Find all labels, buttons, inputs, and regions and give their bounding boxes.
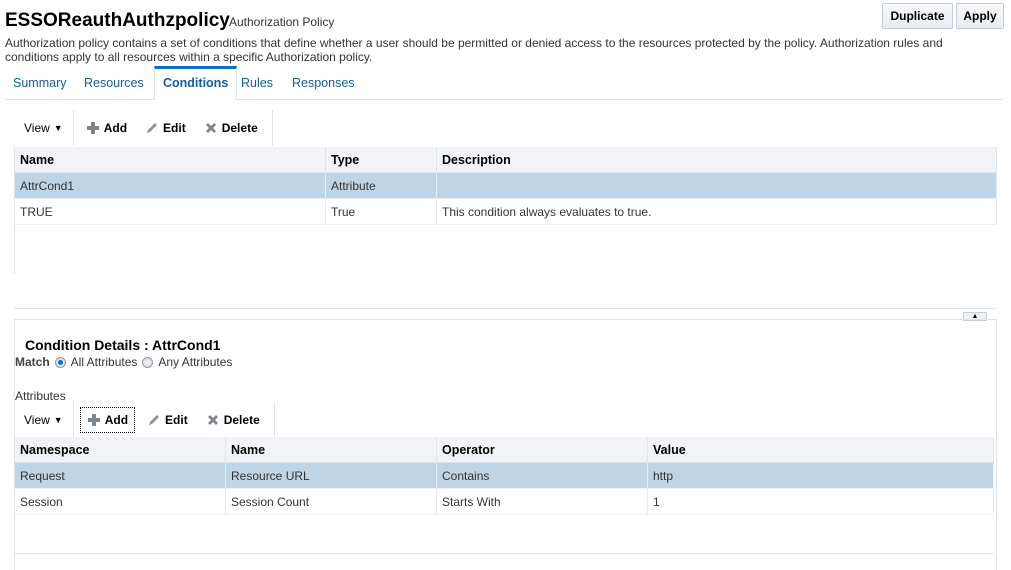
table-row[interactable]: AttrCond1 Attribute [15, 172, 997, 199]
tab-summary[interactable]: Summary [5, 66, 74, 98]
cell-name: TRUE [15, 198, 326, 225]
edit-label: Edit [165, 413, 188, 427]
view-menu[interactable]: View ▼ [14, 117, 73, 139]
toolbar-separator [273, 402, 275, 438]
toolbar-separator [72, 110, 74, 146]
match-label: Match [15, 355, 50, 369]
delete-x-icon [207, 415, 218, 425]
splitter-line [14, 308, 996, 309]
attributes-table: Namespace Name Operator Value Request Re… [15, 437, 994, 515]
conditions-toolbar: View ▼ Add Edit Delete [14, 110, 273, 146]
column-header-value[interactable]: Value [647, 437, 994, 463]
cell-name: Resource URL [225, 462, 437, 489]
delete-condition-button[interactable]: Delete [198, 117, 264, 139]
cell-name: Session Count [225, 488, 437, 515]
view-label: View [24, 121, 50, 135]
radio-any-attributes[interactable] [142, 356, 154, 368]
page-title: ESSOReauthAuthzpolicy [5, 10, 230, 31]
table-row[interactable]: Request Resource URL Contains http [15, 462, 994, 489]
edit-attribute-button[interactable]: Edit [141, 409, 194, 431]
cell-namespace: Request [15, 462, 226, 489]
add-label: Add [104, 413, 129, 427]
view-label: View [24, 413, 50, 427]
column-header-type[interactable]: Type [325, 147, 437, 173]
cell-type: Attribute [325, 172, 437, 199]
caret-down-icon: ▼ [53, 123, 63, 133]
cell-type: True [325, 198, 437, 225]
tab-responses[interactable]: Responses [284, 66, 363, 98]
tab-bar: Summary Resources Conditions Rules Respo… [5, 66, 1003, 100]
cell-description: This condition always evaluates to true. [436, 198, 997, 225]
tab-resources[interactable]: Resources [76, 66, 152, 98]
match-radio-group: Match All Attributes Any Attributes [15, 355, 232, 369]
caret-down-icon: ▼ [53, 415, 63, 425]
cell-name: AttrCond1 [15, 172, 326, 199]
cell-value: 1 [647, 488, 994, 515]
add-label: Add [103, 121, 128, 135]
table-row[interactable]: Session Session Count Starts With 1 [15, 488, 994, 515]
table-header-row: Name Type Description [15, 147, 997, 173]
add-condition-button[interactable]: Add [80, 117, 133, 139]
table-row[interactable]: TRUE True This condition always evaluate… [15, 198, 997, 225]
cell-value: http [647, 462, 994, 489]
tab-rules[interactable]: Rules [233, 66, 281, 98]
apply-button[interactable]: Apply [956, 3, 1004, 29]
conditions-table-container: Name Type Description AttrCond1 Attribut… [14, 147, 997, 274]
delete-attribute-button[interactable]: Delete [200, 409, 266, 431]
attributes-view-menu[interactable]: View ▼ [14, 409, 73, 431]
radio-any-attributes-label[interactable]: Any Attributes [158, 355, 232, 369]
plus-icon [86, 122, 99, 134]
toolbar-separator [72, 402, 74, 438]
delete-x-icon [205, 123, 216, 133]
attributes-table-container: Namespace Name Operator Value Request Re… [15, 437, 994, 554]
delete-label: Delete [223, 413, 260, 427]
attributes-label: Attributes [15, 389, 66, 403]
attributes-toolbar: View ▼ Add Edit Delete [14, 402, 275, 438]
page-description: Authorization policy contains a set of c… [5, 36, 943, 64]
column-header-operator[interactable]: Operator [436, 437, 648, 463]
column-header-namespace[interactable]: Namespace [15, 437, 226, 463]
column-header-description[interactable]: Description [436, 147, 997, 173]
duplicate-button[interactable]: Duplicate [882, 3, 953, 29]
radio-all-attributes[interactable] [54, 356, 66, 368]
edit-condition-button[interactable]: Edit [139, 117, 192, 139]
cell-namespace: Session [15, 488, 226, 515]
column-header-name[interactable]: Name [225, 437, 437, 463]
delete-label: Delete [221, 121, 258, 135]
add-attribute-button[interactable]: Add [79, 407, 136, 433]
column-header-name[interactable]: Name [15, 147, 326, 173]
edit-label: Edit [163, 121, 186, 135]
tab-conditions[interactable]: Conditions [154, 66, 238, 100]
table-header-row: Namespace Name Operator Value [15, 437, 994, 463]
plus-icon [87, 414, 100, 426]
cell-operator: Starts With [436, 488, 648, 515]
conditions-table: Name Type Description AttrCond1 Attribut… [15, 147, 997, 225]
radio-all-attributes-label[interactable]: All Attributes [71, 355, 138, 369]
toolbar-separator [271, 110, 273, 146]
pencil-icon [149, 415, 160, 425]
cell-operator: Contains [436, 462, 648, 489]
pencil-icon [147, 123, 158, 133]
page-subtitle: Authorization Policy [229, 15, 335, 29]
cell-description [436, 172, 997, 199]
condition-details-title: Condition Details : AttrCond1 [25, 337, 221, 353]
